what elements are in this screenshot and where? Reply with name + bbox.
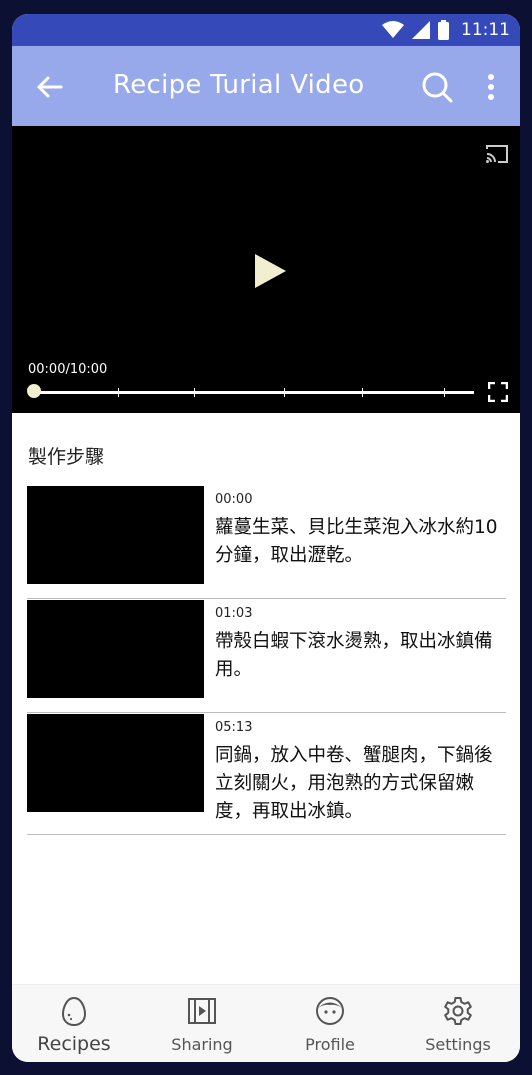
chapter-marker — [444, 388, 445, 397]
status-bar: 11:11 — [12, 14, 520, 46]
device-frame: 11:11 Recipe Turial Video 00:00/10:00 製作… — [0, 0, 532, 1075]
gear-icon — [444, 997, 472, 1025]
nav-item-recipes[interactable]: Recipes — [19, 985, 129, 1062]
nav-label: Sharing — [171, 1035, 233, 1054]
search-icon[interactable] — [420, 70, 454, 104]
step-thumbnail[interactable] — [27, 714, 204, 812]
step-description: 蘿蔓生菜、貝比生菜泡入冰水約10分鐘，取出瀝乾。 — [215, 517, 498, 566]
nav-item-profile[interactable]: Profile — [275, 985, 385, 1062]
steps-section-title: 製作步驟 — [28, 446, 105, 468]
progress-track[interactable] — [34, 388, 474, 397]
chapter-marker — [284, 388, 285, 397]
step-timestamp: 00:00 — [215, 492, 253, 507]
step-thumbnail[interactable] — [27, 486, 204, 584]
fullscreen-icon[interactable] — [488, 382, 508, 402]
nav-item-settings[interactable]: Settings — [403, 985, 513, 1062]
divider — [27, 712, 506, 713]
step-timestamp: 05:13 — [215, 720, 253, 735]
nav-label: Recipes — [37, 1033, 111, 1055]
video-time: 00:00/10:00 — [28, 362, 108, 377]
bottom-nav: Recipes Sharing Profile Settings — [12, 984, 520, 1062]
video-icon — [188, 998, 216, 1024]
nav-item-sharing[interactable]: Sharing — [147, 985, 257, 1062]
nav-label: Profile — [305, 1035, 355, 1054]
chapter-marker — [194, 388, 195, 397]
step-timestamp: 01:03 — [215, 606, 253, 621]
screen: 11:11 Recipe Turial Video 00:00/10:00 製作… — [12, 14, 520, 1062]
status-icons: 11:11 — [382, 18, 510, 42]
step-item[interactable]: 00:00 蘿蔓生菜、貝比生菜泡入冰水約10分鐘，取出瀝乾。 — [27, 486, 506, 599]
wifi-icon — [382, 21, 404, 38]
video-player[interactable]: 00:00/10:00 — [12, 126, 520, 413]
nav-label: Settings — [425, 1035, 491, 1054]
app-bar: Recipe Turial Video — [12, 46, 520, 126]
progress-thumb[interactable] — [27, 384, 41, 398]
chapter-marker — [118, 388, 119, 397]
step-description: 同鍋，放入中卷、蟹腿肉，下鍋後立刻關火，用泡熟的方式保留嫩度，再取出冰鎮。 — [215, 745, 493, 822]
step-description: 帶殼白蝦下滾水燙熟，取出冰鎮備用。 — [215, 631, 493, 680]
step-item[interactable]: 01:03 帶殼白蝦下滾水燙熟，取出冰鎮備用。 — [27, 600, 506, 713]
egg-icon — [61, 996, 87, 1027]
status-time: 11:11 — [461, 20, 510, 40]
cast-icon[interactable] — [485, 144, 509, 164]
face-icon — [316, 997, 344, 1025]
cellular-signal-icon — [412, 21, 430, 39]
back-arrow-icon[interactable] — [34, 72, 64, 102]
more-options-icon[interactable] — [486, 72, 496, 102]
page-title: Recipe Turial Video — [113, 70, 365, 100]
step-item[interactable]: 05:13 同鍋，放入中卷、蟹腿肉，下鍋後立刻關火，用泡熟的方式保留嫩度，再取出… — [27, 714, 506, 835]
divider — [27, 598, 506, 599]
play-icon[interactable] — [252, 252, 288, 290]
chapter-marker — [362, 388, 363, 397]
battery-icon — [438, 20, 449, 40]
divider — [27, 834, 506, 835]
step-thumbnail[interactable] — [27, 600, 204, 698]
